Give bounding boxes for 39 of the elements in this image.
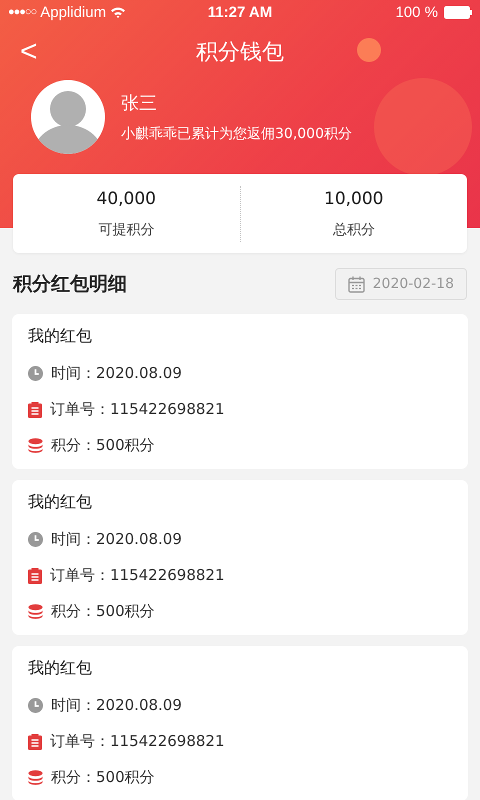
record-detail: 订单号：115422698821	[50, 566, 225, 585]
points-value: 10,000	[324, 188, 384, 208]
coins-icon	[28, 604, 43, 619]
date-picker-button[interactable]: 2020-02-18	[334, 268, 467, 300]
back-button[interactable]: <	[14, 34, 44, 70]
clock-icon	[28, 698, 43, 713]
record-detail: 订单号：115422698821	[50, 400, 225, 419]
clipboard-icon	[28, 402, 42, 418]
decorative-circle	[357, 38, 381, 62]
record-title: 我的红包	[28, 492, 93, 513]
user-name: 张三	[121, 92, 158, 115]
record-title: 我的红包	[28, 326, 93, 347]
points-label: 可提积分	[98, 220, 154, 238]
record-detail: 积分：500积分	[51, 436, 155, 455]
record-detail: 积分：500积分	[51, 602, 155, 621]
coins-icon	[28, 438, 43, 453]
coins-icon	[28, 770, 43, 785]
record-detail: 时间：2020.08.09	[51, 530, 182, 549]
page-title: 积分钱包	[196, 39, 284, 67]
battery-percent: 100 %	[395, 4, 438, 20]
clipboard-icon	[28, 734, 42, 750]
record-detail: 时间：2020.08.09	[51, 696, 182, 715]
signal-strength: ●●●○○	[8, 6, 36, 18]
wifi-icon	[110, 6, 126, 18]
record-detail: 积分：500积分	[51, 768, 155, 787]
clipboard-icon	[28, 568, 42, 584]
record-title: 我的红包	[28, 658, 93, 679]
rebate-summary: 小麒乖乖已累计为您返佣30,000积分	[121, 125, 352, 143]
points-label: 总积分	[332, 220, 375, 238]
calendar-icon	[348, 276, 365, 292]
clock-icon	[28, 532, 43, 547]
section-title: 积分红包明细	[13, 272, 127, 297]
clock-icon	[28, 366, 43, 381]
points-value: 40,000	[96, 188, 156, 208]
record-detail: 时间：2020.08.09	[51, 364, 182, 383]
carrier-name: Applidium	[40, 4, 106, 20]
record-detail: 订单号：115422698821	[50, 732, 225, 751]
status-time: 11:27 AM	[208, 4, 272, 20]
battery-icon	[444, 6, 472, 18]
